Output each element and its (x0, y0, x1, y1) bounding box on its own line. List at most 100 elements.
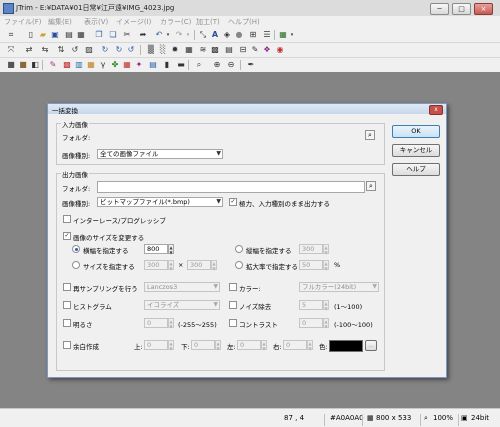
dialog-close-button[interactable]: x (429, 105, 443, 115)
noise-input[interactable]: 5 (299, 300, 323, 310)
interlace-checkbox[interactable] (63, 215, 71, 223)
brush-icon[interactable]: ✎ (250, 45, 260, 55)
input-folder-browse-button[interactable]: ⌕ (365, 130, 375, 140)
wave-icon[interactable]: ≋ (198, 45, 208, 55)
contrast-icon[interactable]: ▩ (62, 60, 72, 70)
text-icon[interactable]: A (210, 30, 220, 40)
margin-top-input[interactable]: 0 (144, 340, 168, 350)
contrast-checkbox[interactable] (229, 319, 237, 327)
brightness-checkbox[interactable] (63, 319, 71, 327)
gamma-icon[interactable]: γ (98, 60, 108, 70)
scale-input[interactable]: 50 (299, 260, 323, 270)
color-dropdown-icon[interactable]: ▾ (287, 30, 297, 40)
eyedropper-icon[interactable]: ✒ (246, 60, 256, 70)
save-icon[interactable]: ▣ (50, 30, 60, 40)
histogram-icon[interactable]: ▥ (74, 60, 84, 70)
rotate-icon[interactable]: ↺ (70, 45, 80, 55)
width-radio[interactable] (72, 245, 80, 253)
color-depth-select[interactable]: フルカラー(24bit) ▼ (299, 282, 379, 292)
redo-arrow-icon[interactable]: ➦ (138, 30, 148, 40)
contrast-stepper[interactable]: ▲ ▼ (323, 318, 329, 329)
resize-checkbox[interactable]: ✓ (63, 232, 71, 240)
histogram-checkbox[interactable] (63, 301, 71, 309)
output-type-select[interactable]: ビットマップファイル(*.bmp) ▼ (97, 197, 223, 207)
list-view-icon[interactable]: ☰ (262, 30, 272, 40)
margin-right-input[interactable]: 0 (283, 340, 307, 350)
frame-icon[interactable]: ⊟ (238, 45, 248, 55)
circle-icon[interactable]: ● (234, 30, 244, 40)
sharpen-icon[interactable]: ▒ (146, 45, 156, 55)
flip-vertical-icon[interactable]: ⇅ (56, 45, 66, 55)
height-input[interactable]: 300 (299, 244, 323, 254)
menu-edit[interactable]: 編集(E) (48, 17, 72, 27)
sepia-icon[interactable]: ■ (18, 60, 28, 70)
menu-view[interactable]: 表示(V) (84, 17, 108, 27)
size-height-input[interactable]: 300 (187, 260, 211, 270)
resample-method-select[interactable]: Lanczos3 ▼ (144, 282, 220, 292)
stamp-icon[interactable]: ◈ (222, 30, 232, 40)
margin-right-stepper[interactable]: ▲ ▼ (307, 340, 313, 351)
flip-horizontal-icon[interactable]: ⇆ (40, 45, 50, 55)
noise-icon[interactable]: ↺ (126, 45, 136, 55)
output-folder-browse-button[interactable]: ⌕ (366, 181, 376, 191)
blur-icon[interactable]: ░ (158, 45, 168, 55)
margin-bottom-stepper[interactable]: ▲ ▼ (215, 340, 221, 351)
output-folder-input[interactable] (97, 181, 365, 193)
emboss-icon[interactable]: ✹ (170, 45, 180, 55)
grid-view-icon[interactable]: ⊞ (248, 30, 258, 40)
margin-left-input[interactable]: 0 (237, 340, 261, 350)
copy-icon[interactable]: ❐ (94, 30, 104, 40)
height-radio[interactable] (235, 245, 243, 253)
contrast-input[interactable]: 0 (299, 318, 323, 328)
rotate-right-icon[interactable]: ↻ (100, 45, 110, 55)
new-file-icon[interactable]: ▯ (26, 30, 36, 40)
color-adjust-icon[interactable]: ▤ (224, 45, 234, 55)
redo-dropdown-icon[interactable]: ▾ (183, 30, 193, 40)
size-width-input[interactable]: 300 (144, 260, 168, 270)
keep-type-checkbox[interactable]: ✓ (229, 198, 237, 206)
crop-icon[interactable]: ⌗ (6, 30, 16, 40)
preview-icon[interactable]: ▦ (76, 30, 86, 40)
posterize-icon[interactable]: ✤ (110, 60, 120, 70)
menu-process[interactable]: 加工(T) (196, 17, 220, 27)
ok-button[interactable]: OK (392, 125, 440, 138)
mosaic-icon[interactable]: ▦ (184, 45, 194, 55)
rotate-left-icon[interactable]: ▨ (84, 45, 94, 55)
menu-file[interactable]: ファイル(F) (4, 17, 42, 27)
grayscale-icon[interactable]: ■ (6, 60, 16, 70)
resample-checkbox[interactable] (63, 283, 71, 291)
cancel-button[interactable]: キャンセル (392, 144, 440, 157)
levels-icon[interactable]: ▮ (162, 60, 172, 70)
negative-icon[interactable]: ◧ (30, 60, 40, 70)
cut-icon[interactable]: ✂ (122, 30, 132, 40)
brightness-stepper[interactable]: ▲ ▼ (168, 318, 174, 329)
resize-icon[interactable]: ⤡ (198, 30, 208, 40)
transform-icon[interactable]: ⇄ (24, 45, 34, 55)
color-checkbox[interactable] (229, 283, 237, 291)
zoom-out-icon[interactable]: ⊖ (226, 60, 236, 70)
rotate-180-icon[interactable]: ↻ (114, 45, 124, 55)
menu-help[interactable]: ヘルプ(H) (228, 17, 260, 27)
size-width-stepper[interactable]: ▲ ▼ (168, 260, 174, 271)
histogram-select[interactable]: イコライズ ▼ (144, 300, 220, 310)
menu-image[interactable]: イメージ(I) (116, 17, 151, 27)
input-type-select[interactable]: 全ての画像ファイル ▼ (97, 149, 223, 159)
maximize-button[interactable]: □ (452, 3, 471, 15)
histogram-tool-icon[interactable]: ❖ (262, 45, 272, 55)
margin-color-picker-button[interactable]: .. (365, 340, 377, 351)
zoom-dropdown-icon[interactable]: ⌕ (194, 60, 204, 70)
margin-left-stepper[interactable]: ▲ ▼ (261, 340, 267, 351)
palette-icon[interactable]: ✎ (48, 60, 58, 70)
halftone-icon[interactable]: ▤ (148, 60, 158, 70)
margin-bottom-input[interactable]: 0 (191, 340, 215, 350)
matrix-icon[interactable]: ▬ (176, 60, 186, 70)
minimize-button[interactable]: ─ (430, 3, 449, 15)
menu-color[interactable]: カラー(C) (160, 17, 191, 27)
size-height-stepper[interactable]: ▲ ▼ (211, 260, 217, 271)
margin-top-stepper[interactable]: ▲ ▼ (168, 340, 174, 351)
print-icon[interactable]: ▤ (64, 30, 74, 40)
red-eye-icon[interactable]: ◉ (275, 45, 285, 55)
swatch-icon[interactable]: ✦ (134, 60, 144, 70)
paste-icon[interactable]: ❏ (108, 30, 118, 40)
scale-stepper[interactable]: ▲ ▼ (323, 260, 329, 271)
